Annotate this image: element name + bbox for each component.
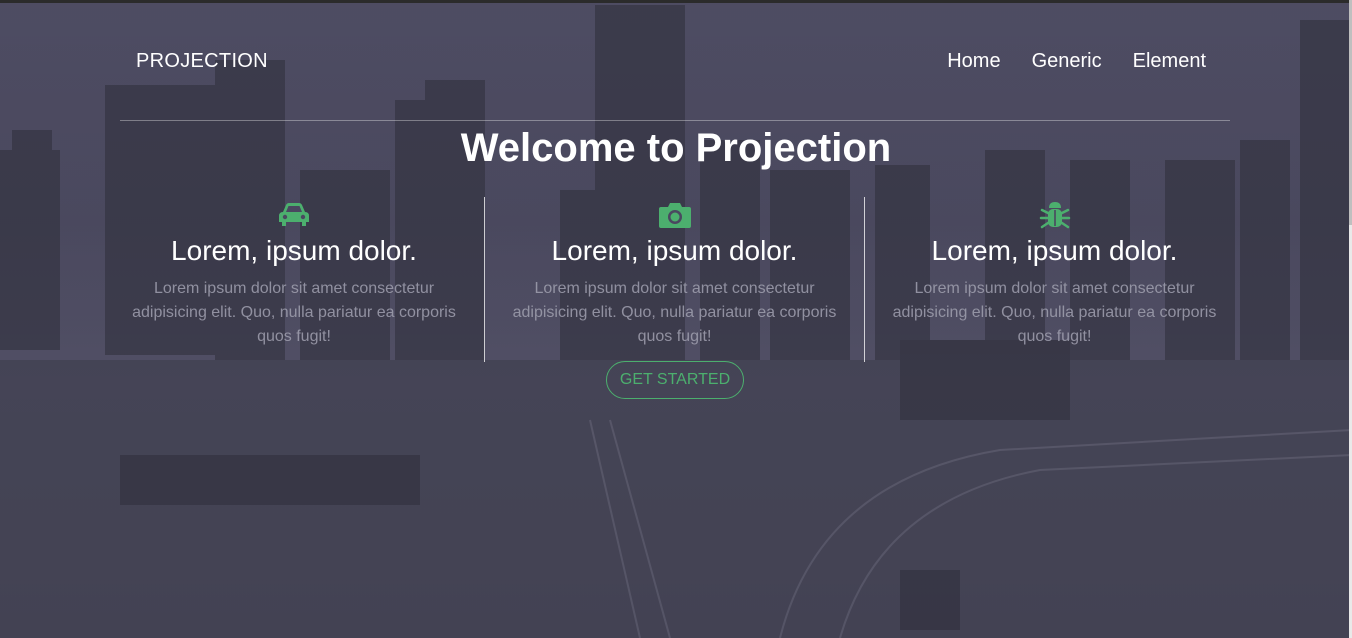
feature-heading: Lorem, ipsum dolor. xyxy=(551,235,798,266)
car-icon xyxy=(104,199,484,231)
feature-heading: Lorem, ipsum dolor. xyxy=(931,235,1178,266)
camera-icon xyxy=(485,199,864,231)
feature-card: Lorem, ipsum dolor. Lorem ipsum dolor si… xyxy=(484,197,864,362)
feature-heading: Lorem, ipsum dolor. xyxy=(171,235,417,266)
feature-text: Lorem ipsum dolor sit amet consectetur a… xyxy=(512,280,837,345)
features-row: Lorem, ipsum dolor. Lorem ipsum dolor si… xyxy=(104,197,1244,362)
site-header: PROJECTION Home Generic Element xyxy=(120,40,1230,121)
feature-card: Lorem, ipsum dolor. Lorem ipsum dolor si… xyxy=(104,197,484,362)
brand-logo[interactable]: PROJECTION xyxy=(136,50,268,73)
feature-text: Lorem ipsum dolor sit amet consectetur a… xyxy=(892,280,1217,345)
main-nav: Home Generic Element xyxy=(947,50,1206,73)
feature-card: Lorem, ipsum dolor. Lorem ipsum dolor si… xyxy=(864,197,1244,362)
page-title: Welcome to Projection xyxy=(460,126,892,170)
nav-link-home[interactable]: Home xyxy=(947,50,1000,73)
get-started-button[interactable]: GET STARTED xyxy=(606,361,744,399)
nav-link-generic[interactable]: Generic xyxy=(1032,50,1102,73)
feature-text: Lorem ipsum dolor sit amet consectetur a… xyxy=(132,280,456,345)
nav-link-element[interactable]: Element xyxy=(1133,50,1206,73)
browser-top-edge xyxy=(0,0,1352,3)
bug-icon xyxy=(865,199,1244,231)
